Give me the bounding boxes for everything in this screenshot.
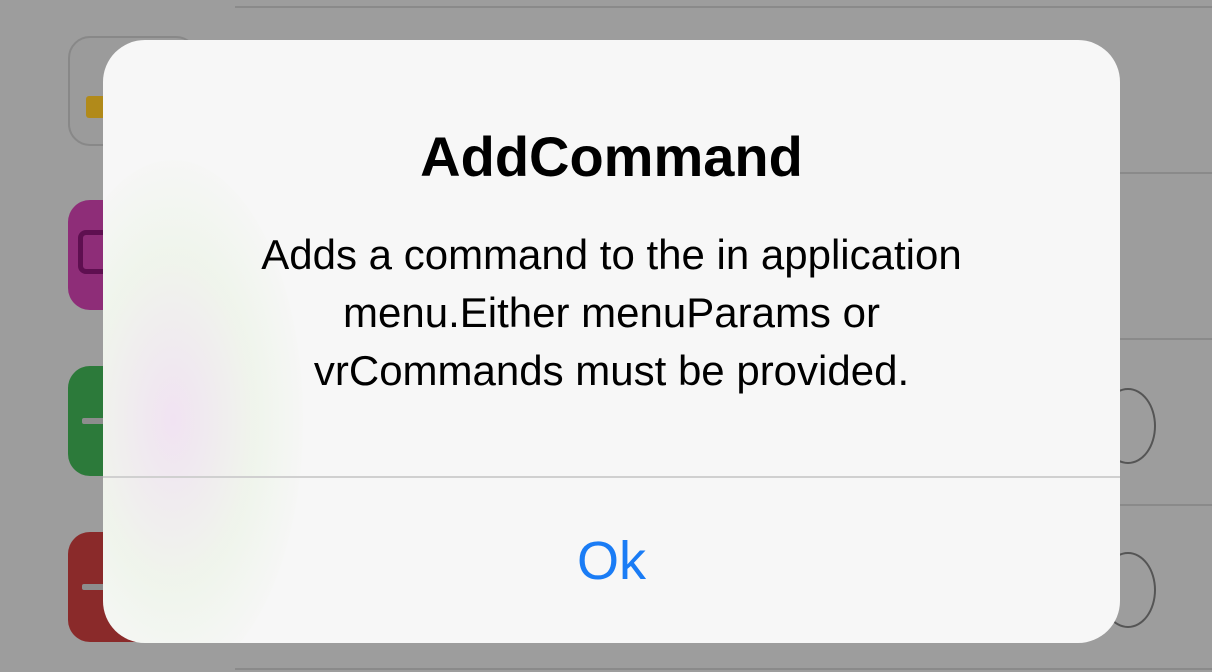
alert-dialog: AddCommand Adds a command to the in appl… <box>103 40 1120 643</box>
alert-content: AddCommand Adds a command to the in appl… <box>103 40 1120 476</box>
alert-title: AddCommand <box>420 125 803 188</box>
alert-message: Adds a command to the in application men… <box>261 231 962 394</box>
row-divider <box>235 668 1212 670</box>
row-divider <box>235 6 1212 8</box>
ok-button[interactable]: Ok <box>103 478 1120 643</box>
